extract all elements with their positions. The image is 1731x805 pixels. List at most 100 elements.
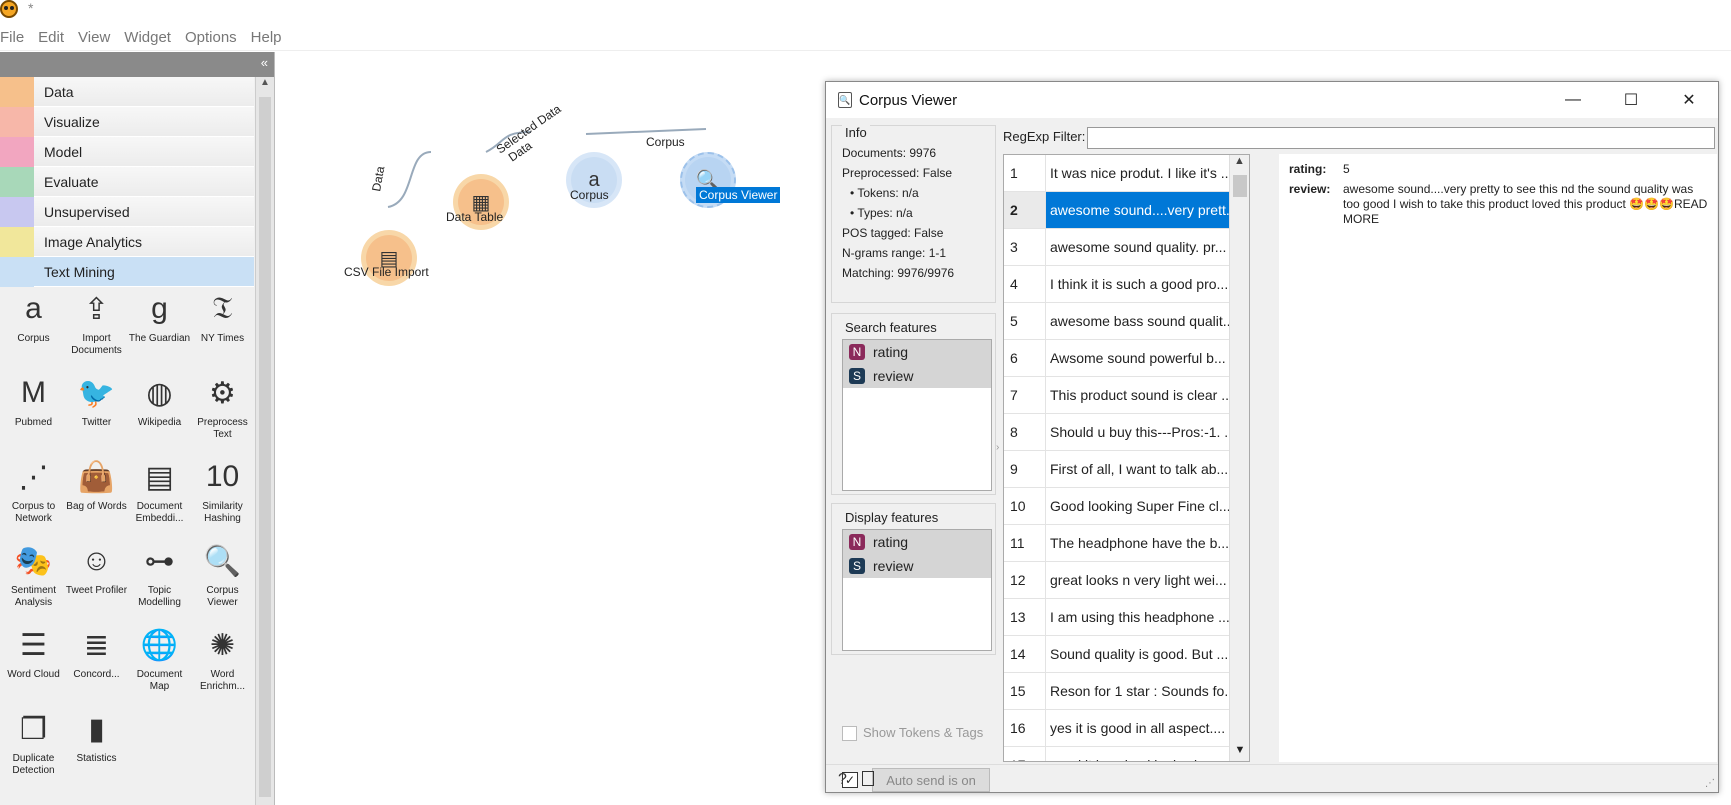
widget-corpus-to-network[interactable]: ⋰ Corpus to Network: [2, 453, 65, 533]
category-text-mining[interactable]: Text Mining: [0, 256, 254, 287]
document-row[interactable]: 4I think it is such a good pro...: [1004, 266, 1249, 303]
menu-widget[interactable]: Widget: [123, 27, 178, 50]
info-group: Info Documents: 9976 Preprocessed: False…: [831, 125, 996, 303]
regexp-filter-label: RegExp Filter:: [1003, 129, 1086, 144]
maximize-button[interactable]: ☐: [1602, 82, 1660, 118]
widget-similarity-hashing[interactable]: 10 Similarity Hashing: [191, 453, 254, 533]
widget-ny-times[interactable]: 𝔗 NY Times: [191, 285, 254, 365]
widget-corpus[interactable]: a Corpus: [2, 285, 65, 365]
document-row[interactable]: 1 It was nice produt. I like it's ...: [1004, 155, 1249, 192]
document-list[interactable]: 1 It was nice produt. I like it's ... 2 awe…: [1003, 154, 1250, 762]
category-model[interactable]: Model: [0, 136, 254, 167]
display-feature-rating[interactable]: N rating: [843, 530, 991, 554]
document-rows: 1 It was nice produt. I like it's ... 2 awe…: [1004, 155, 1249, 761]
widget-icon: 🔍: [203, 544, 242, 578]
document-row[interactable]: 10 Good looking Super Fine cl...: [1004, 488, 1249, 525]
document-row[interactable]: 5 awesome bass sound qualit...: [1004, 303, 1249, 340]
widget-the-guardian[interactable]: g The Guardian: [128, 285, 191, 365]
detail-rating-key: rating:: [1289, 162, 1327, 176]
widget-duplicate-detection[interactable]: ❐ Duplicate Detection: [2, 705, 65, 785]
window-title: Corpus Viewer: [859, 91, 958, 109]
document-number: 8: [1004, 414, 1046, 450]
widget-document-embeddi[interactable]: ▤ Document Embeddi...: [128, 453, 191, 533]
scrollbar-thumb[interactable]: [259, 97, 271, 797]
category-unsupervised[interactable]: Unsupervised: [0, 196, 254, 227]
document-row[interactable]: 15 Reson for 1 star : Sounds fo...: [1004, 673, 1249, 710]
link-csv-table[interactable]: [387, 151, 432, 208]
tree-icon: [0, 136, 34, 167]
widget-sentiment-analysis[interactable]: 🎭 Sentiment Analysis: [2, 537, 65, 617]
widget-statistics[interactable]: ▮ Statistics: [65, 705, 128, 785]
menu-file[interactable]: File: [0, 27, 31, 50]
widget-label: Wikipedia: [137, 417, 182, 428]
document-row[interactable]: 2 awesome sound....very prett...: [1004, 192, 1249, 229]
scrollbar-thumb[interactable]: [1233, 175, 1247, 197]
widget-preprocess-text[interactable]: ⚙ Preprocess Text: [191, 369, 254, 449]
close-button[interactable]: ✕: [1660, 82, 1718, 118]
widget-wikipedia[interactable]: ◍ Wikipedia: [128, 369, 191, 449]
widget-bag-of-words[interactable]: 👜 Bag of Words: [65, 453, 128, 533]
category-visualize[interactable]: Visualize: [0, 106, 254, 137]
document-row[interactable]: 17good it is...shockingly clear...: [1004, 747, 1249, 761]
splitter-handle-icon[interactable]: ›: [996, 442, 999, 453]
menu-help[interactable]: Help: [250, 27, 289, 50]
scroll-up-arrow-icon[interactable]: ▲: [256, 77, 274, 93]
display-features-list[interactable]: N rating S review: [842, 529, 992, 651]
widget-word-enrichm[interactable]: ✺ Word Enrichm...: [191, 621, 254, 701]
document-number: 1: [1004, 155, 1046, 191]
document-row[interactable]: 7 This product sound is clear ...: [1004, 377, 1249, 414]
category-list: Data Visualize Model Evaluate Unsupervised Im…: [0, 76, 254, 287]
document-row[interactable]: 11 The headphone have the b...: [1004, 525, 1249, 562]
category-data[interactable]: Data: [0, 76, 254, 107]
widget-label: Corpus: [17, 333, 50, 344]
widget-import-documents[interactable]: ⇪ Import Documents: [65, 285, 128, 365]
widget-word-cloud[interactable]: ☰ Word Cloud: [2, 621, 65, 701]
document-row[interactable]: 8 Should u buy this---Pros:-1. ...: [1004, 414, 1249, 451]
show-tokens-checkbox[interactable]: [842, 726, 857, 741]
widget-icon: 👜: [77, 460, 116, 494]
search-features-list[interactable]: N rating S review: [842, 339, 992, 491]
toolbox-scrollbar[interactable]: ▲: [255, 77, 274, 805]
window-titlebar[interactable]: 🔍 Corpus Viewer — ☐ ✕: [826, 82, 1718, 118]
display-feature-review[interactable]: S review: [843, 554, 991, 578]
document-number: 15: [1004, 673, 1046, 709]
widget-concord[interactable]: ≣ Concord...: [65, 621, 128, 701]
category-image-analytics[interactable]: Image Analytics: [0, 226, 254, 257]
document-row[interactable]: 14 Sound quality is good. But ...: [1004, 636, 1249, 673]
widget-document-map[interactable]: 🌐 Document Map: [128, 621, 191, 701]
document-row[interactable]: 3 awesome sound quality. pr...: [1004, 229, 1249, 266]
help-icon[interactable]: ?: [838, 771, 847, 789]
menu-options[interactable]: Options: [184, 27, 244, 50]
scroll-up-arrow-icon[interactable]: ▲: [1230, 155, 1249, 172]
document-number: 6: [1004, 340, 1046, 376]
document-list-scrollbar[interactable]: ▲ ▼: [1229, 155, 1249, 761]
widget-pubmed[interactable]: M Pubmed: [2, 369, 65, 449]
category-label: Image Analytics: [44, 233, 143, 250]
scroll-down-arrow-icon[interactable]: ▼: [1230, 744, 1249, 761]
widget-tweet-profiler[interactable]: ☺ Tweet Profiler: [65, 537, 128, 617]
regexp-filter-input[interactable]: [1087, 127, 1715, 149]
document-row[interactable]: 6 Awsome sound powerful b...: [1004, 340, 1249, 377]
document-row[interactable]: 9 First of all, I want to talk ab...: [1004, 451, 1249, 488]
document-row[interactable]: 13 I am using this headphone ...: [1004, 599, 1249, 636]
document-preview: awesome bass sound qualit...: [1050, 313, 1235, 329]
document-row[interactable]: 12 great looks n very light wei...: [1004, 562, 1249, 599]
search-feature-review[interactable]: S review: [843, 364, 991, 388]
menu-edit[interactable]: Edit: [37, 27, 71, 50]
resize-grip-icon[interactable]: ⋰: [1705, 778, 1715, 789]
minimize-button[interactable]: —: [1544, 82, 1602, 118]
widget-corpus-viewer[interactable]: 🔍 Corpus Viewer: [191, 537, 254, 617]
report-icon[interactable]: [862, 771, 874, 786]
category-label: Visualize: [44, 113, 100, 130]
widget-topic-modelling[interactable]: ⊶ Topic Modelling: [128, 537, 191, 617]
link-corpus-viewer[interactable]: [585, 128, 707, 135]
search-feature-rating[interactable]: N rating: [843, 340, 991, 364]
widget-twitter[interactable]: 🐦 Twitter: [65, 369, 128, 449]
category-evaluate[interactable]: Evaluate: [0, 166, 254, 197]
document-preview: I think it is such a good pro...: [1050, 276, 1229, 292]
menu-view[interactable]: View: [77, 27, 117, 50]
widget-label: Statistics: [76, 753, 117, 764]
collapse-toolbox-button[interactable]: «: [261, 55, 268, 70]
widget-icon: 𝔗: [212, 292, 233, 325]
document-row[interactable]: 16 yes it is good in all aspect....: [1004, 710, 1249, 747]
